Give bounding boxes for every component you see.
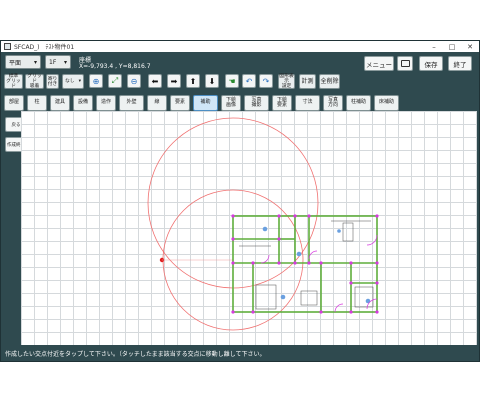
tool-row: 標準 グリッド グリッド 吸着 寄り 付き なし ▾ ⊕ ⤢ ⊖ ⬅ ➡ ⬆ ⬇… xyxy=(1,72,479,92)
tab-equipment[interactable]: 設備 xyxy=(73,95,93,111)
tab-column-auxiliary[interactable]: 柱補助 xyxy=(346,95,371,111)
drawing-canvas[interactable] xyxy=(21,111,477,345)
pan-left-button[interactable]: ⬅ xyxy=(148,74,162,88)
chevron-down-icon: ▾ xyxy=(33,58,37,66)
standard-grid-button[interactable]: 標準 グリッド xyxy=(4,74,23,89)
pan-down-button[interactable]: ⬇ xyxy=(205,74,219,88)
tab-fittings[interactable]: 建具 xyxy=(50,95,70,111)
zoom-in-icon: ⊕ xyxy=(92,76,100,86)
zoom-out-icon: ⊖ xyxy=(130,76,138,86)
tab-dimension[interactable]: 寸法 xyxy=(295,95,320,111)
snap-mode-label: なし xyxy=(65,79,75,84)
maximize-icon[interactable]: □ xyxy=(443,43,461,51)
chevron-down-icon: ▾ xyxy=(78,79,81,84)
tab-underlay-element[interactable]: 下絵 要素 xyxy=(272,95,292,111)
floor-select-label: 1F xyxy=(49,58,57,66)
tab-fixtures[interactable]: 造作 xyxy=(96,95,116,111)
zoom-fit-button[interactable]: ⤢ xyxy=(108,74,122,88)
select-tool-button[interactable]: ☚ xyxy=(225,74,239,88)
interior-details xyxy=(239,220,374,310)
window-title: SFCAD_) ﾃｽﾄ物件01 xyxy=(14,44,75,51)
zoom-in-button[interactable]: ⊕ xyxy=(89,74,103,88)
redo-button[interactable]: ↷ xyxy=(259,74,273,88)
exit-button[interactable]: 終了 xyxy=(448,56,472,71)
fit-snap-button[interactable]: 寄り 付き xyxy=(46,74,59,89)
wall-lines xyxy=(232,215,378,313)
coord-readout: X=-9,793.4 , Y=8,816.7 xyxy=(79,63,151,70)
undo-icon: ↶ xyxy=(245,76,253,86)
tab-underlay-image[interactable]: 下絵 画像 xyxy=(221,95,241,111)
arrow-left-icon: ⬅ xyxy=(151,76,159,86)
view-select-label: 平面 xyxy=(9,59,22,67)
top-toolbar: 平面 ▾ 1F ▾ 座標 X=-9,793.4 , Y=8,816.7 メニュー… xyxy=(1,54,479,71)
screen-toggle-button[interactable] xyxy=(397,56,413,71)
tab-element[interactable]: 要素 xyxy=(170,95,190,111)
floor-plan-drawing xyxy=(147,117,379,331)
pointer-hand-icon: ☚ xyxy=(228,76,236,86)
grid-snap-button[interactable]: グリッド 吸着 xyxy=(25,74,44,89)
display-settings-button[interactable]: 図形表示 設定 xyxy=(278,74,295,89)
pan-right-button[interactable]: ➡ xyxy=(167,74,181,88)
minimize-icon[interactable]: – xyxy=(425,43,443,51)
undo-button[interactable]: ↶ xyxy=(242,74,256,88)
close-icon[interactable]: ✕ xyxy=(461,43,479,51)
app-icon xyxy=(4,43,11,50)
tab-column[interactable]: 柱 xyxy=(27,95,47,111)
save-button[interactable]: 保存 xyxy=(419,56,443,71)
title-bar: SFCAD_) ﾃｽﾄ物件01 – □ ✕ xyxy=(1,41,479,52)
status-bar: 作成したい交点付近をタップして下さい。（タッチしたまま該当する交点に移動し離して… xyxy=(1,346,479,361)
tab-auxiliary[interactable]: 補助 xyxy=(193,95,218,111)
zoom-fit-icon: ⤢ xyxy=(111,76,119,85)
pan-up-button[interactable]: ⬆ xyxy=(186,74,200,88)
tab-floor-auxiliary[interactable]: 床補助 xyxy=(374,95,399,111)
category-tabs: 部屋 柱 建具 設備 造作 外壁 線 要素 補助 下絵 画像 写真 撮影 下絵 … xyxy=(1,94,479,112)
snap-mode-select[interactable]: なし ▾ xyxy=(62,74,84,89)
tab-photo-direction[interactable]: 写真 方向 xyxy=(323,95,343,111)
measure-button[interactable]: 計測 xyxy=(299,74,316,89)
menu-button[interactable]: メニュー xyxy=(364,56,394,71)
view-select[interactable]: 平面 ▾ xyxy=(5,55,41,69)
arrow-down-icon: ⬇ xyxy=(208,76,216,86)
status-message: 作成したい交点付近をタップして下さい。（タッチしたまま該当する交点に移動し離して… xyxy=(5,351,266,358)
tab-exterior-wall[interactable]: 外壁 xyxy=(119,95,144,111)
zoom-out-button[interactable]: ⊖ xyxy=(127,74,141,88)
redo-icon: ↷ xyxy=(262,76,270,86)
chevron-down-icon: ▾ xyxy=(63,58,67,66)
arrow-up-icon: ⬆ xyxy=(189,76,197,86)
monitor-icon xyxy=(400,60,410,67)
app-window: SFCAD_) ﾃｽﾄ物件01 – □ ✕ 平面 ▾ 1F ▾ 座標 X=-9,… xyxy=(0,40,480,362)
clear-all-button[interactable]: 全削除 xyxy=(319,74,340,89)
tab-room[interactable]: 部屋 xyxy=(4,95,24,111)
floor-select[interactable]: 1F ▾ xyxy=(45,55,71,69)
arrow-right-icon: ➡ xyxy=(170,76,178,86)
tab-line[interactable]: 線 xyxy=(147,95,167,111)
tab-photo-capture[interactable]: 写真 撮影 xyxy=(244,95,269,111)
